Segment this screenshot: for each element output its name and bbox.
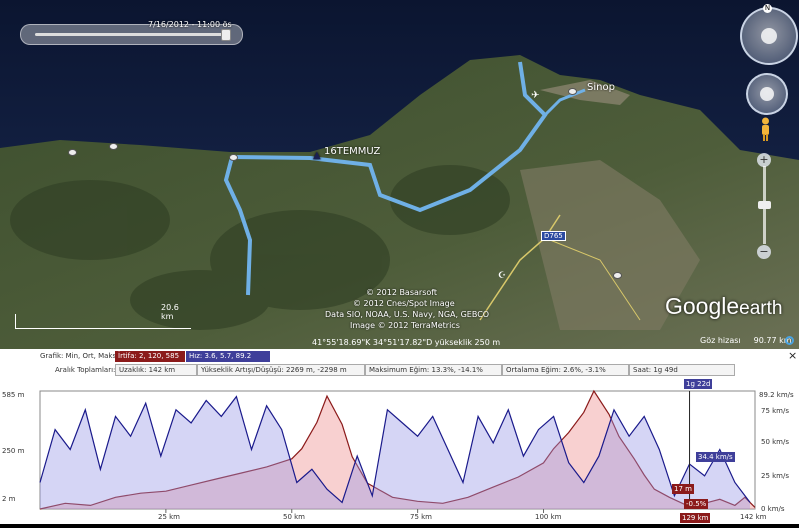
- elevation-profile-panel: Grafik: Min, Ort, Maks: İrtifa: 2, 120, …: [0, 349, 799, 524]
- x-tick-label: 142 km: [740, 513, 767, 521]
- poi-icon[interactable]: [68, 149, 77, 156]
- attribution-line-1: © 2012 Basarsoft: [366, 288, 438, 297]
- stat-elevation-gain: Yükseklik Artışı/Düşüşü: 2269 m, -2298 m: [197, 364, 365, 376]
- zoom-out-button[interactable]: −: [757, 245, 771, 259]
- zoom-slider-knob[interactable]: [758, 201, 771, 209]
- stat-distance: Uzaklık: 142 km: [115, 364, 197, 376]
- y-left-tick-label: 585 m: [2, 391, 25, 399]
- earth-map-view[interactable]: 7/16/2012 - 11:00 ös 16TEMMUZ ▲ Sinop ✈ …: [0, 0, 799, 349]
- cursor-elevation-tag: 17 m: [672, 484, 694, 494]
- move-navigation-ring[interactable]: [746, 73, 788, 115]
- y-right-tick-label: 89.2 km/s: [759, 391, 794, 399]
- city-label-sinop[interactable]: Sinop: [587, 82, 615, 93]
- y-right-tick-label: 0 km/s: [761, 505, 785, 513]
- close-icon[interactable]: ×: [788, 349, 797, 362]
- poi-icon[interactable]: [109, 143, 118, 150]
- graph-label: Grafik: Min, Ort, Maks:: [40, 352, 119, 360]
- x-tick-label: 50 km: [283, 513, 306, 521]
- compass-north-icon[interactable]: N: [763, 4, 772, 13]
- attribution-line-3: Data SIO, NOAA, U.S. Navy, NGA, GEBCO: [325, 310, 490, 319]
- stat-avg-slope: Ortalama Eğim: 2.6%, -3.1%: [502, 364, 629, 376]
- streaming-indicator-icon: [785, 336, 794, 345]
- poi-icon[interactable]: [568, 88, 577, 95]
- hand-icon[interactable]: [760, 87, 774, 101]
- scale-label: 20.6 km: [161, 303, 179, 321]
- time-slider-track[interactable]: [35, 33, 225, 36]
- eye-altitude: Göz hizası 90.77 km: [700, 336, 792, 345]
- google-earth-logo: Googleearth: [665, 293, 782, 320]
- x-tick-label: 25 km: [158, 513, 181, 521]
- waypoint-marker-icon[interactable]: ▲: [313, 150, 321, 161]
- range-totals-row: Aralık Toplamları: Uzaklık: 142 km Yükse…: [0, 363, 799, 377]
- y-right-tick-label: 50 km/s: [761, 438, 790, 446]
- profile-header-row: Grafik: Min, Ort, Maks: İrtifa: 2, 120, …: [0, 349, 799, 371]
- poi-icon[interactable]: [229, 154, 238, 161]
- stat-max-slope: Maksimum Eğim: 13.3%, -14.1%: [365, 364, 502, 376]
- cursor-slope-tag: -0.5%: [684, 499, 709, 509]
- mosque-icon[interactable]: ☪: [498, 271, 506, 281]
- poi-icon[interactable]: [613, 272, 622, 279]
- speed-stats-button[interactable]: Hız: 3.6, 5.7, 89.2 km/s: [186, 351, 270, 371]
- time-slider-knob[interactable]: [221, 29, 231, 41]
- logo-google-text: Google: [665, 293, 740, 319]
- cursor-time-tag: 1g 22d: [684, 379, 713, 389]
- attribution-line-2: © 2012 Cnes/Spot Image: [353, 299, 455, 308]
- road-shield: D765: [541, 231, 566, 241]
- airport-icon[interactable]: ✈: [531, 90, 539, 101]
- time-slider-label: 7/16/2012 - 11:00 ös: [148, 20, 232, 29]
- waypoint-label[interactable]: 16TEMMUZ: [324, 146, 380, 157]
- eye-icon[interactable]: [761, 28, 777, 44]
- scale-bar: 20.6 km: [15, 303, 191, 329]
- y-right-tick-label: 25 km/s: [761, 472, 790, 480]
- x-tick-label: 100 km: [535, 513, 562, 521]
- elevation-stats-button[interactable]: İrtifa: 2, 120, 585 m: [115, 351, 185, 371]
- zoom-in-button[interactable]: +: [757, 153, 771, 167]
- attribution-line-4: Image © 2012 TerraMetrics: [350, 321, 460, 330]
- y-left-tick-label: 250 m: [2, 447, 25, 455]
- eye-altitude-label: Göz hizası: [700, 336, 741, 345]
- range-label: Aralık Toplamları:: [55, 366, 116, 374]
- x-tick-label: 75 km: [410, 513, 433, 521]
- street-view-pegman-icon[interactable]: [760, 117, 771, 141]
- logo-earth-text: earth: [739, 298, 783, 319]
- status-coordinates: 41°55'18.69"K 34°51'17.82"D yükseklik 25…: [312, 338, 501, 347]
- stat-time: Saat: 1g 49d: [629, 364, 735, 376]
- y-left-tick-label: 2 m: [2, 495, 16, 503]
- cursor-speed-tag: 34.4 km/s: [696, 452, 735, 462]
- y-right-tick-label: 75 km/s: [761, 407, 790, 415]
- profile-chart-svg[interactable]: [0, 377, 799, 524]
- cursor-distance-tag: 129 km: [680, 513, 711, 523]
- look-navigation-ring[interactable]: [740, 7, 798, 65]
- profile-chart[interactable]: 585 m 250 m 2 m 89.2 km/s 75 km/s 50 km/…: [0, 377, 799, 524]
